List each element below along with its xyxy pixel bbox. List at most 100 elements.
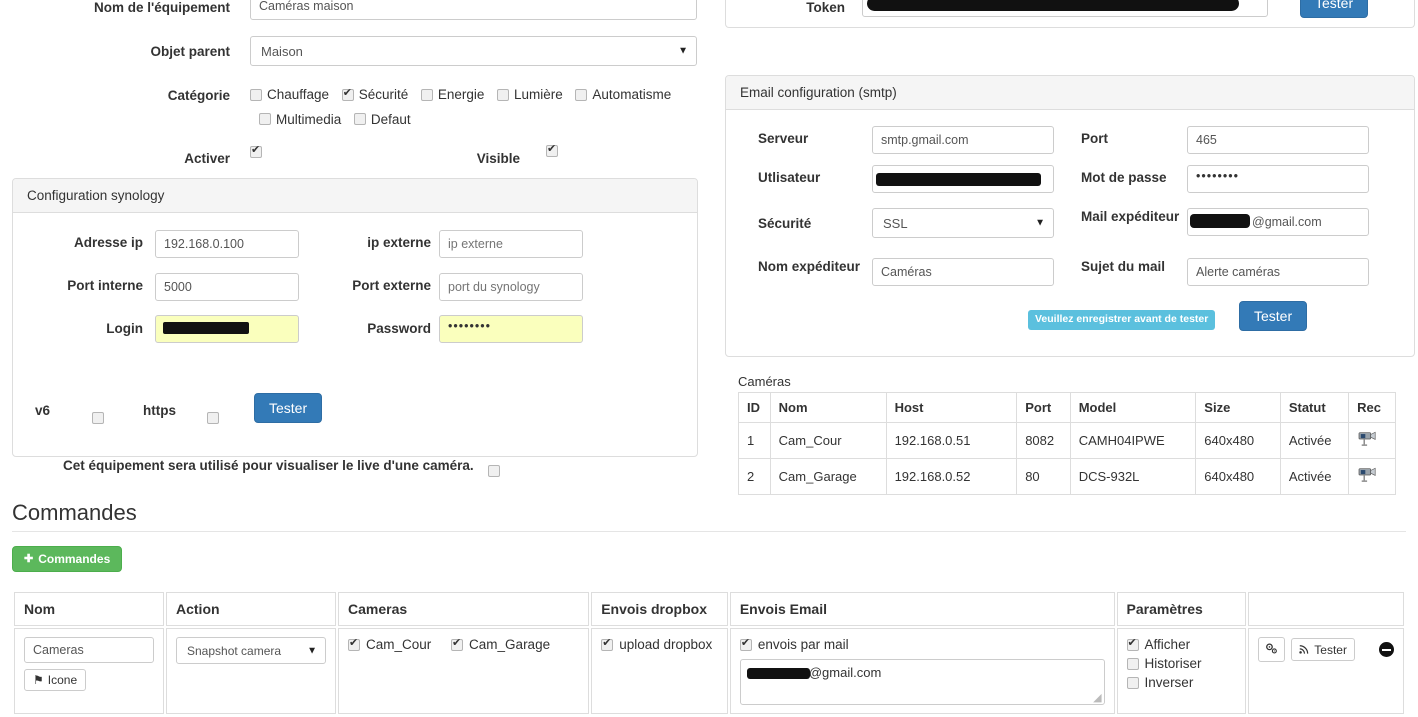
category-multimedia-checkbox[interactable] xyxy=(259,113,271,125)
category-energie-checkbox[interactable] xyxy=(420,88,433,101)
synology-login-input[interactable] xyxy=(155,315,299,343)
email-password-input[interactable]: •••••••• xyxy=(1187,165,1369,193)
command-email-option[interactable]: envois par mail xyxy=(739,637,849,652)
token-input[interactable] xyxy=(862,0,1268,17)
synology-test-button[interactable]: Tester xyxy=(254,393,323,423)
synology-port-externe-input[interactable] xyxy=(439,273,583,301)
category-securite-checkbox[interactable] xyxy=(341,87,354,101)
command-param-inverser-checkbox[interactable] xyxy=(1126,676,1139,689)
command-camera-cam-cour[interactable]: Cam_Cour xyxy=(348,637,431,652)
redacted-login-mark xyxy=(163,322,249,334)
command-email-checkbox[interactable] xyxy=(739,637,752,651)
email-security-select[interactable]: SSL ▼ xyxy=(872,208,1054,238)
category-defaut[interactable]: Defaut xyxy=(353,111,411,127)
command-email-cell: envois par mail @gmail.com ◢ xyxy=(729,628,1115,714)
parent-object-select[interactable]: Maison ▼ xyxy=(250,36,697,66)
command-dropbox-option[interactable]: upload dropbox xyxy=(601,637,712,652)
command-param-inverser[interactable]: Inverser xyxy=(1126,675,1237,690)
email-server-input[interactable] xyxy=(872,126,1054,154)
activer-checkbox[interactable] xyxy=(250,144,262,158)
category-lumiere[interactable]: Lumière xyxy=(497,87,563,102)
cctv-camera-icon[interactable] xyxy=(1357,430,1379,448)
email-test-button[interactable]: Tester xyxy=(1239,301,1308,331)
camera-size: 640x480 xyxy=(1195,458,1281,495)
email-sender-mail-input[interactable]: @gmail.com xyxy=(1187,208,1369,236)
synology-ip-externe-input[interactable] xyxy=(439,230,583,258)
category-lumiere-checkbox[interactable] xyxy=(497,88,510,101)
synology-live-checkbox[interactable] xyxy=(488,465,500,477)
equipment-name-input[interactable] xyxy=(250,0,697,20)
command-param-afficher[interactable]: Afficher xyxy=(1126,637,1237,652)
commands-header-row: Nom Action Cameras Envois dropbox Envois… xyxy=(14,592,1404,626)
command-camera-cam-garage[interactable]: Cam_Garage xyxy=(451,637,550,652)
command-camera-cam-garage-checkbox[interactable] xyxy=(451,637,464,651)
category-automatisme[interactable]: Automatisme xyxy=(575,87,671,102)
commands-table: Nom Action Cameras Envois dropbox Envois… xyxy=(12,590,1406,716)
category-chauffage[interactable]: Chauffage xyxy=(250,87,329,102)
category-chauffage-checkbox[interactable] xyxy=(250,88,262,101)
category-defaut-label: Defaut xyxy=(370,111,411,127)
email-sender-name-input[interactable] xyxy=(872,258,1054,286)
synology-port-interne-input[interactable] xyxy=(155,273,299,301)
category-lumiere-label: Lumière xyxy=(514,87,563,102)
command-param-historiser[interactable]: Historiser xyxy=(1126,656,1237,671)
command-email-address-textarea[interactable]: @gmail.com ◢ xyxy=(739,658,1105,705)
camera-rec-cell[interactable] xyxy=(1348,422,1396,459)
category-defaut-checkbox[interactable] xyxy=(353,113,366,125)
command-name-input[interactable] xyxy=(24,637,154,663)
camera-rec-cell[interactable] xyxy=(1348,458,1396,495)
command-dropbox-checkbox[interactable] xyxy=(601,637,614,651)
command-test-button[interactable]: Tester xyxy=(1291,638,1355,661)
category-energie[interactable]: Energie xyxy=(420,87,484,102)
cameras-col-id: ID xyxy=(738,392,771,423)
command-action-select[interactable]: Snapshot camera ▼ xyxy=(176,637,326,664)
visible-checkbox[interactable] xyxy=(546,143,558,157)
email-save-tooltip: Veuillez enregistrer avant de tester xyxy=(1028,310,1216,330)
minus-circle-icon[interactable] xyxy=(1378,642,1394,657)
command-dropbox-label: upload dropbox xyxy=(619,637,713,652)
cameras-col-rec: Rec xyxy=(1348,392,1396,423)
token-label: Token xyxy=(806,0,845,15)
email-security-value: SSL xyxy=(883,215,908,231)
synology-port-externe-label: Port externe xyxy=(352,278,431,293)
command-param-afficher-checkbox[interactable] xyxy=(1126,637,1139,651)
resize-handle-icon[interactable]: ◢ xyxy=(1093,691,1101,704)
camera-id: 2 xyxy=(738,458,771,495)
email-port-input[interactable] xyxy=(1187,126,1369,154)
page-title: Commandes xyxy=(12,500,137,525)
commands-col-parametres: Paramètres xyxy=(1116,592,1247,626)
token-test-button[interactable]: Tester xyxy=(1300,0,1369,18)
email-panel-title: Email configuration (smtp) xyxy=(726,76,1414,110)
category-automatisme-checkbox[interactable] xyxy=(575,88,588,101)
command-action-value: Snapshot camera xyxy=(187,643,282,658)
email-server-label: Serveur xyxy=(758,131,809,146)
synology-ip-externe-label: ip externe xyxy=(367,235,431,250)
email-user-input[interactable] xyxy=(872,165,1054,193)
parent-object-value: Maison xyxy=(261,43,303,59)
camera-statut: Activée xyxy=(1279,422,1350,459)
email-subject-input[interactable] xyxy=(1187,258,1369,286)
cameras-table-header-row: ID Nom Host Port Model Size Statut Rec xyxy=(738,392,1396,423)
command-camera-cam-cour-checkbox[interactable] xyxy=(348,637,360,651)
camera-model: DCS-932L xyxy=(1069,458,1197,495)
command-dropbox-cell: upload dropbox xyxy=(591,628,728,714)
email-security-label: Sécurité xyxy=(758,216,812,231)
command-icon-button[interactable]: ⚑ Icone xyxy=(24,669,87,691)
equipment-name-label: Nom de l'équipement xyxy=(94,0,230,15)
command-config-button[interactable] xyxy=(1258,637,1286,662)
synology-ip-input[interactable] xyxy=(155,230,299,258)
synology-https-checkbox[interactable] xyxy=(207,412,219,424)
category-securite[interactable]: Sécurité xyxy=(341,87,409,102)
redacted-email-user-mark xyxy=(876,173,1041,186)
category-chauffage-label: Chauffage xyxy=(267,87,330,102)
synology-password-input[interactable]: •••••••• xyxy=(439,315,583,343)
category-multimedia[interactable]: Multimedia xyxy=(259,112,341,127)
command-param-historiser-checkbox[interactable] xyxy=(1126,657,1139,670)
add-command-button[interactable]: ✚ Commandes xyxy=(12,546,123,572)
synology-v6-checkbox[interactable] xyxy=(92,412,104,424)
table-row: ⚑ Icone Snapshot camera ▼ Cam_Cour xyxy=(14,628,1404,714)
cctv-camera-icon[interactable] xyxy=(1357,466,1379,484)
plus-circle-icon: ✚ xyxy=(24,552,34,565)
gears-icon xyxy=(1265,642,1278,657)
category-securite-label: Sécurité xyxy=(358,87,409,102)
